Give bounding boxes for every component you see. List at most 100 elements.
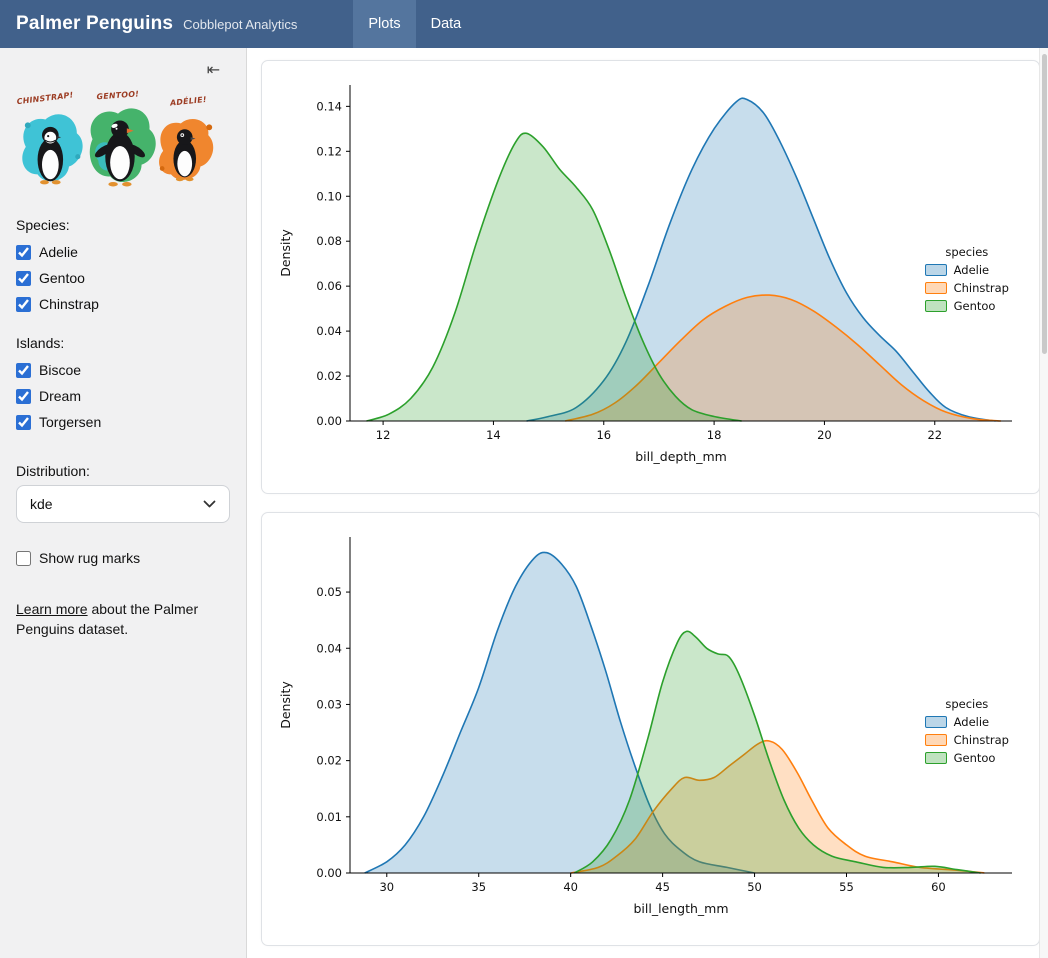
island-biscoe-label: Biscoe: [39, 362, 81, 378]
y-tick-label: 0.05: [316, 585, 342, 599]
legend-swatch: [925, 282, 947, 294]
legend-swatch: [925, 716, 947, 728]
legend-swatch: [925, 734, 947, 746]
plot-card-bill-depth: 1214161820220.000.020.040.060.080.100.12…: [261, 60, 1040, 494]
species-gentoo-checkbox[interactable]: [16, 271, 31, 286]
x-tick-label: 60: [931, 880, 946, 894]
checkbox-row-gentoo[interactable]: Gentoo: [16, 265, 230, 291]
scrollbar[interactable]: [1039, 48, 1048, 958]
y-tick-label: 0.08: [316, 234, 342, 248]
legend-title: species: [925, 697, 1009, 711]
species-chinstrap-checkbox[interactable]: [16, 297, 31, 312]
island-biscoe-checkbox[interactable]: [16, 363, 31, 378]
species-adelie-label: Adelie: [39, 244, 78, 260]
sidebar-collapse-icon[interactable]: ⇤: [207, 62, 220, 78]
checkbox-row-rug-marks[interactable]: Show rug marks: [16, 545, 230, 571]
y-tick-label: 0.00: [316, 414, 342, 428]
x-tick-label: 12: [376, 428, 391, 442]
y-axis-label: Density: [278, 681, 293, 729]
y-tick-label: 0.00: [316, 866, 342, 880]
y-tick-label: 0.02: [316, 754, 342, 768]
y-tick-label: 0.10: [316, 189, 342, 203]
tab-data[interactable]: Data: [416, 0, 477, 48]
artwork-label-adelie: ADÉLIE!: [168, 93, 207, 108]
legend-label: Adelie: [954, 715, 990, 729]
species-gentoo-label: Gentoo: [39, 270, 85, 286]
learn-more-link[interactable]: Learn more: [16, 601, 88, 617]
legend-label: Chinstrap: [954, 281, 1009, 295]
x-axis-label: bill_depth_mm: [635, 449, 727, 464]
scrollbar-thumb[interactable]: [1042, 54, 1047, 354]
legend-entry-adelie: Adelie: [925, 263, 1009, 277]
island-dream-label: Dream: [39, 388, 81, 404]
nav-tabs: Plots Data: [353, 0, 476, 48]
island-torgersen-label: Torgersen: [39, 414, 101, 430]
y-tick-label: 0.04: [316, 641, 342, 655]
penguins-artwork-svg: CHINSTRAP! GENTOO!: [16, 88, 222, 198]
legend-entry-chinstrap: Chinstrap: [925, 733, 1009, 747]
legend-entry-chinstrap: Chinstrap: [925, 281, 1009, 295]
island-torgersen-checkbox[interactable]: [16, 415, 31, 430]
legend-swatch: [925, 752, 947, 764]
penguins-artwork: CHINSTRAP! GENTOO!: [16, 88, 230, 203]
checkbox-row-biscoe[interactable]: Biscoe: [16, 357, 230, 383]
legend-swatch: [925, 264, 947, 276]
artwork-label-gentoo: GENTOO!: [96, 89, 139, 101]
x-tick-label: 16: [596, 428, 611, 442]
species-chinstrap-label: Chinstrap: [39, 296, 99, 312]
checkbox-row-torgersen[interactable]: Torgersen: [16, 409, 230, 435]
app-title: Palmer Penguins: [16, 13, 173, 35]
island-dream-checkbox[interactable]: [16, 389, 31, 404]
x-tick-label: 14: [486, 428, 501, 442]
x-tick-label: 50: [747, 880, 762, 894]
legend-entry-gentoo: Gentoo: [925, 751, 1009, 765]
sidebar: ⇤ CHINSTRAP!: [0, 48, 247, 958]
y-tick-label: 0.06: [316, 279, 342, 293]
legend-entry-gentoo: Gentoo: [925, 299, 1009, 313]
y-tick-label: 0.01: [316, 810, 342, 824]
chinstrap-figure: CHINSTRAP!: [16, 90, 82, 184]
y-tick-label: 0.14: [316, 99, 342, 113]
kde-plot-svg: 303540455055600.000.010.020.030.040.05bi…: [270, 521, 1024, 921]
adelie-figure: ADÉLIE!: [159, 93, 213, 181]
artwork-label-chinstrap: CHINSTRAP!: [16, 90, 74, 106]
navbar: Palmer Penguins Cobblepot Analytics Plot…: [0, 0, 1048, 48]
legend-title: species: [925, 245, 1009, 259]
app-body: ⇤ CHINSTRAP!: [0, 48, 1048, 958]
x-axis-label: bill_length_mm: [633, 901, 728, 916]
app-subtitle: Cobblepot Analytics: [183, 17, 297, 32]
legend-label: Gentoo: [954, 751, 996, 765]
x-tick-label: 35: [471, 880, 486, 894]
plot-legend: species Adelie Chinstrap Gentoo: [921, 695, 1013, 771]
navbar-brand: Palmer Penguins Cobblepot Analytics: [0, 13, 313, 35]
species-adelie-checkbox[interactable]: [16, 245, 31, 260]
rug-marks-checkbox[interactable]: [16, 551, 31, 566]
islands-label: Islands:: [16, 335, 230, 351]
chevron-down-icon: [203, 500, 216, 508]
plot-card-bill-length: 303540455055600.000.010.020.030.040.05bi…: [261, 512, 1040, 946]
legend-label: Gentoo: [954, 299, 996, 313]
checkbox-row-adelie[interactable]: Adelie: [16, 239, 230, 265]
x-tick-label: 20: [817, 428, 832, 442]
x-tick-label: 45: [655, 880, 670, 894]
y-tick-label: 0.03: [316, 697, 342, 711]
distribution-label: Distribution:: [16, 463, 230, 479]
x-tick-label: 40: [563, 880, 578, 894]
checkbox-row-dream[interactable]: Dream: [16, 383, 230, 409]
checkbox-row-chinstrap[interactable]: Chinstrap: [16, 291, 230, 317]
x-tick-label: 22: [927, 428, 942, 442]
legend-swatch: [925, 300, 947, 312]
x-tick-label: 30: [379, 880, 394, 894]
plot-legend: species Adelie Chinstrap Gentoo: [921, 243, 1013, 319]
y-tick-label: 0.12: [316, 144, 342, 158]
sidebar-footer-text: Learn more about the Palmer Penguins dat…: [16, 599, 230, 640]
distribution-select[interactable]: kde: [16, 485, 230, 523]
gentoo-figure: GENTOO!: [90, 89, 156, 186]
x-tick-label: 18: [707, 428, 722, 442]
main-content: 12 14 16 18 20 22 0.00 0.02 0.04 0.06 0.08 0.10 0.12…: [247, 48, 1048, 958]
y-tick-label: 0.02: [316, 369, 342, 383]
rug-marks-label: Show rug marks: [39, 550, 140, 566]
y-axis-label: Density: [278, 229, 293, 277]
legend-entry-adelie: Adelie: [925, 715, 1009, 729]
tab-plots[interactable]: Plots: [353, 0, 415, 48]
